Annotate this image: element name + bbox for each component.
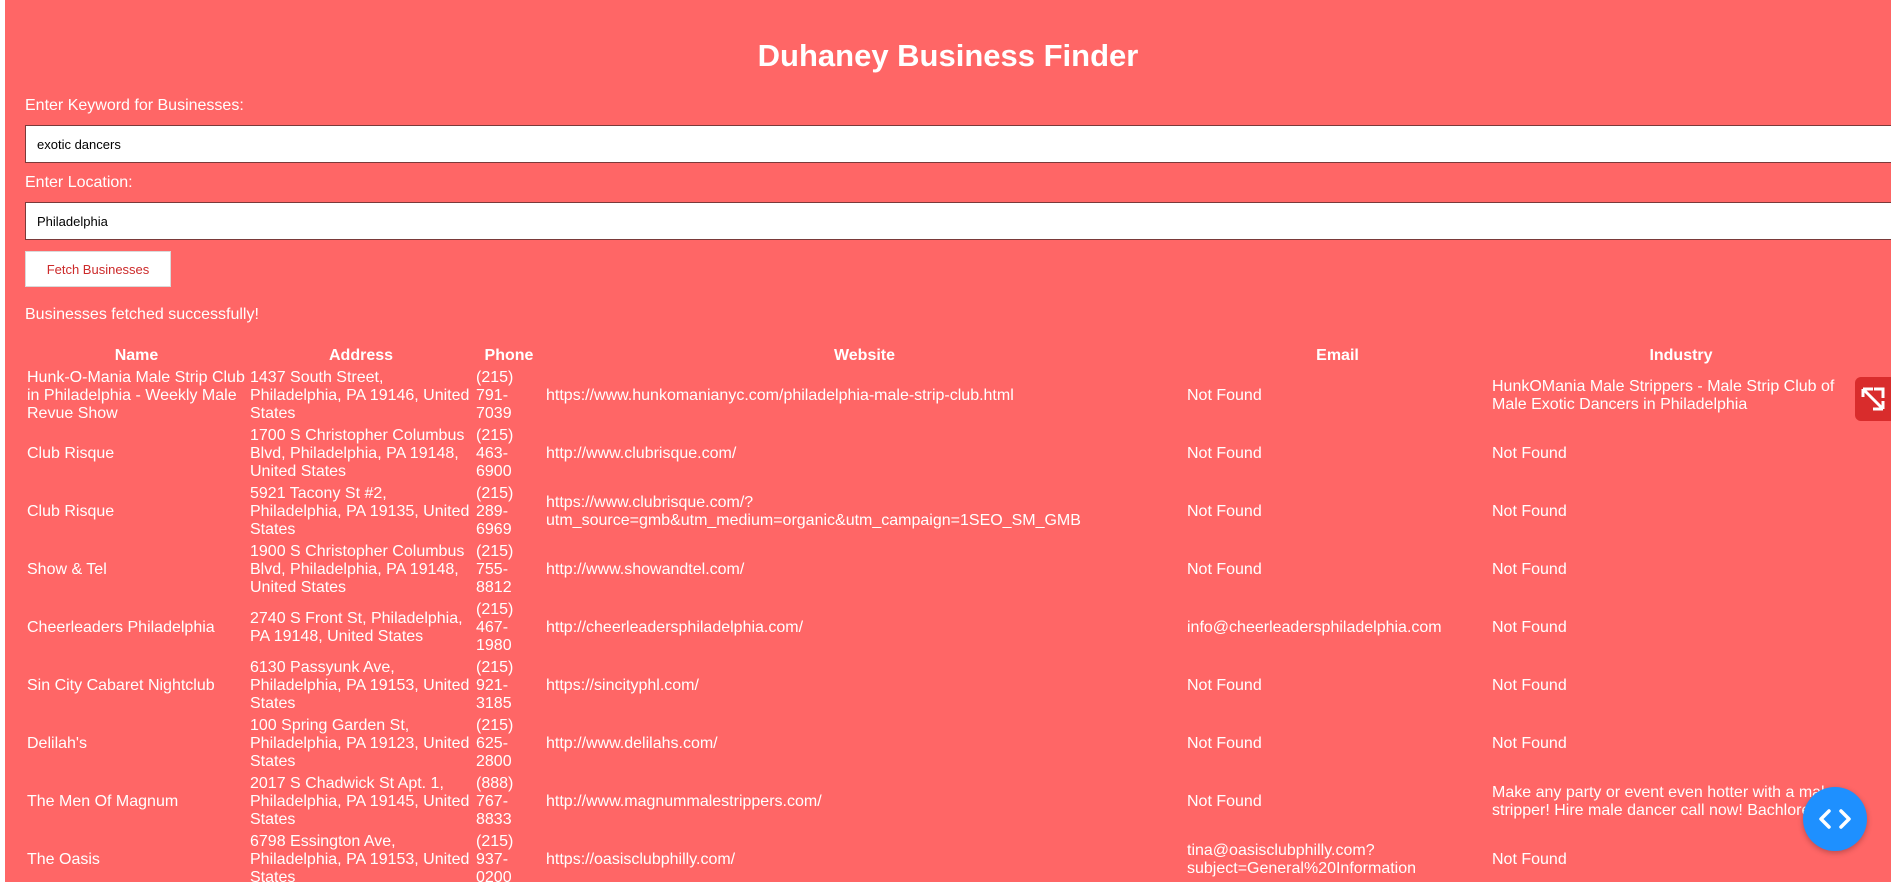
cell-phone: (215) 921-3185 (476, 659, 514, 712)
cell-email: Not Found (1187, 561, 1262, 578)
cell-address: 1437 South Street, Philadelphia, PA 1914… (250, 369, 470, 422)
cell-industry: HunkOMania Male Strippers - Male Strip C… (1492, 378, 1835, 413)
cell-phone: (215) 463-6900 (476, 427, 514, 480)
cell-name: Club Risque (27, 445, 115, 462)
cell-industry: Not Found (1492, 445, 1567, 462)
cell-address: 1900 S Christopher Columbus Blvd, Philad… (250, 543, 465, 596)
cell-phone: (215) 755-8812 (476, 543, 514, 596)
table-row: Show & Tel 1900 S Christopher Columbus B… (25, 541, 1872, 599)
table-row: Club Risque 1700 S Christopher Columbus … (25, 425, 1872, 483)
cell-email: Not Found (1187, 793, 1262, 810)
cell-address: 6130 Passyunk Ave, Philadelphia, PA 1915… (250, 659, 470, 712)
cell-phone: (215) 467-1980 (476, 601, 514, 654)
cell-website: http://www.clubrisque.com/ (546, 445, 737, 462)
header-industry: Industry (1649, 347, 1713, 364)
cell-industry: Not Found (1492, 735, 1567, 752)
cell-email: Not Found (1187, 445, 1262, 462)
cell-address: 5921 Tacony St #2, Philadelphia, PA 1913… (250, 485, 470, 538)
header-email: Email (1316, 347, 1359, 364)
table-row: Club Risque 5921 Tacony St #2, Philadelp… (25, 483, 1872, 541)
keyword-label: Enter Keyword for Businesses: (25, 97, 244, 114)
table-row: Hunk-O-Mania Male Strip Club in Philadel… (25, 367, 1872, 425)
code-toggle-button[interactable] (1803, 787, 1867, 851)
cell-name: The Oasis (27, 851, 100, 868)
cell-email: tina@oasisclubphilly.com?subject=General… (1187, 842, 1417, 877)
cell-email: Not Found (1187, 677, 1262, 694)
cell-industry: Not Found (1492, 503, 1567, 520)
cell-email: Not Found (1187, 735, 1262, 752)
cell-website: https://sincityphl.com/ (546, 677, 699, 694)
code-icon (1819, 809, 1851, 829)
cell-industry: Not Found (1492, 619, 1567, 636)
cell-website: https://www.hunkomanianyc.com/philadelph… (546, 387, 1014, 404)
table-row: Delilah's 100 Spring Garden St, Philadel… (25, 715, 1872, 773)
cell-email: Not Found (1187, 387, 1262, 404)
cell-website: http://www.showandtel.com/ (546, 561, 745, 578)
table-row: The Men Of Magnum 2017 S Chadwick St Apt… (25, 773, 1872, 831)
table-row: Sin City Cabaret Nightclub 6130 Passyunk… (25, 657, 1872, 715)
cell-website: http://www.magnummalestrippers.com/ (546, 793, 822, 810)
cell-name: The Men Of Magnum (27, 793, 179, 810)
keyword-input[interactable] (25, 125, 1891, 163)
cell-industry: Not Found (1492, 561, 1567, 578)
cell-address: 2017 S Chadwick St Apt. 1, Philadelphia,… (250, 775, 470, 828)
cell-website: https://www.clubrisque.com/?utm_source=g… (546, 494, 1081, 529)
cell-phone: (215) 937-0200 (476, 833, 514, 882)
side-expand-tab[interactable] (1855, 377, 1891, 421)
header-address: Address (328, 347, 394, 364)
header-name: Name (114, 347, 159, 364)
cell-website: https://oasisclubphilly.com/ (546, 851, 736, 868)
location-label: Enter Location: (25, 174, 133, 191)
cell-email: info@cheerleadersphiladelphia.com (1187, 619, 1442, 636)
cell-name: Delilah's (27, 735, 87, 752)
cell-address: 2740 S Front St, Philadelphia, PA 19148,… (250, 610, 463, 645)
page-title: Duhaney Business Finder (757, 38, 1139, 73)
cell-phone: (215) 791-7039 (476, 369, 514, 422)
cell-email: Not Found (1187, 503, 1262, 520)
cell-website: http://cheerleadersphiladelphia.com/ (546, 619, 804, 636)
cell-phone: (215) 289-6969 (476, 485, 514, 538)
results-table: Name Address Phone Website Email Industr… (25, 345, 1872, 882)
cell-name: Club Risque (27, 503, 115, 520)
location-input[interactable] (25, 202, 1891, 240)
cell-address: 1700 S Christopher Columbus Blvd, Philad… (250, 427, 465, 480)
cell-phone: (215) 625-2800 (476, 717, 514, 770)
cell-phone: (888) 767-8833 (476, 775, 514, 828)
expand-icon (1861, 387, 1885, 411)
cell-industry: Not Found (1492, 677, 1567, 694)
cell-name: Cheerleaders Philadelphia (27, 619, 215, 636)
header-phone: Phone (484, 347, 534, 364)
cell-name: Show & Tel (27, 561, 107, 578)
status-message: Businesses fetched successfully! (25, 306, 259, 323)
fetch-businesses-button[interactable]: Fetch Businesses (25, 251, 171, 287)
table-row: Cheerleaders Philadelphia 2740 S Front S… (25, 599, 1872, 657)
header-website: Website (833, 347, 896, 364)
table-header-row: Name Address Phone Website Email Industr… (25, 345, 1872, 367)
page: Duhaney Business Finder Enter Keyword fo… (5, 0, 1891, 882)
cell-address: 6798 Essington Ave, Philadelphia, PA 191… (250, 833, 470, 882)
table-row: The Oasis 6798 Essington Ave, Philadelph… (25, 831, 1872, 882)
cell-name: Hunk-O-Mania Male Strip Club in Philadel… (27, 369, 245, 422)
cell-name: Sin City Cabaret Nightclub (27, 677, 215, 694)
cell-website: http://www.delilahs.com/ (546, 735, 718, 752)
cell-address: 100 Spring Garden St, Philadelphia, PA 1… (250, 717, 470, 770)
